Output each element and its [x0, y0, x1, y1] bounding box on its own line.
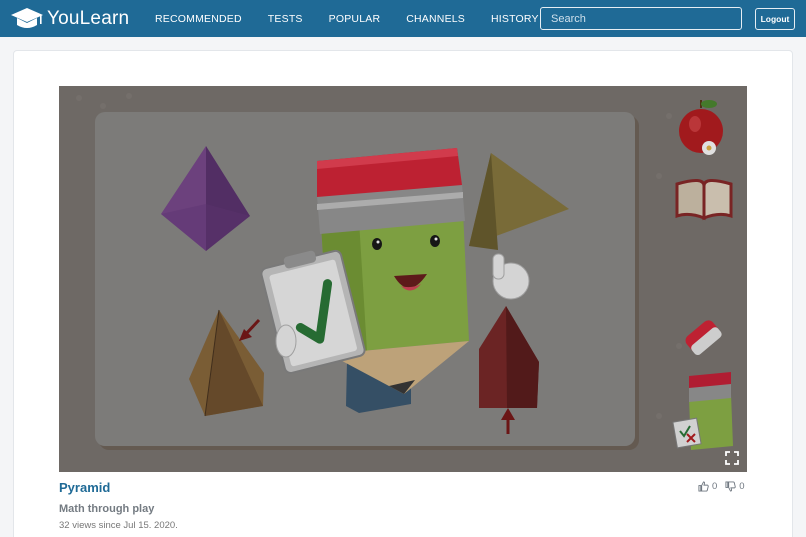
- thumbs-down-icon: [725, 481, 736, 492]
- nav-item-history[interactable]: HISTORY: [491, 13, 539, 25]
- video-title: Pyramid: [59, 480, 111, 495]
- dislike-count: 0: [739, 481, 745, 492]
- like-count: 0: [712, 481, 718, 492]
- search-input[interactable]: [540, 7, 742, 30]
- reaction-bar: 0 0: [698, 481, 745, 492]
- like-button[interactable]: 0: [698, 481, 717, 492]
- nav-item-tests[interactable]: TESTS: [268, 13, 303, 25]
- graduation-cap-icon: [11, 8, 43, 28]
- brand-logo[interactable]: YouLearn: [10, 6, 129, 32]
- fullscreen-icon[interactable]: [725, 451, 739, 465]
- nav-item-popular[interactable]: POPULAR: [329, 13, 381, 25]
- dislike-button[interactable]: 0: [725, 481, 745, 492]
- thumbs-up-icon: [698, 481, 709, 492]
- logout-button[interactable]: Logout: [755, 8, 795, 30]
- video-frame: [59, 86, 747, 472]
- channel-name[interactable]: Math through play: [59, 503, 154, 515]
- video-meta: 32 views since Jul 15. 2020.: [59, 520, 178, 531]
- nav-item-channels[interactable]: CHANNELS: [406, 13, 465, 25]
- nav-item-recommended[interactable]: RECOMMENDED: [155, 13, 242, 25]
- brand-name: YouLearn: [47, 8, 130, 29]
- top-navbar: YouLearn RECOMMENDED TESTS POPULAR CHANN…: [0, 0, 806, 37]
- main-nav: RECOMMENDED TESTS POPULAR CHANNELS HISTO…: [155, 0, 539, 37]
- video-player[interactable]: [59, 86, 747, 472]
